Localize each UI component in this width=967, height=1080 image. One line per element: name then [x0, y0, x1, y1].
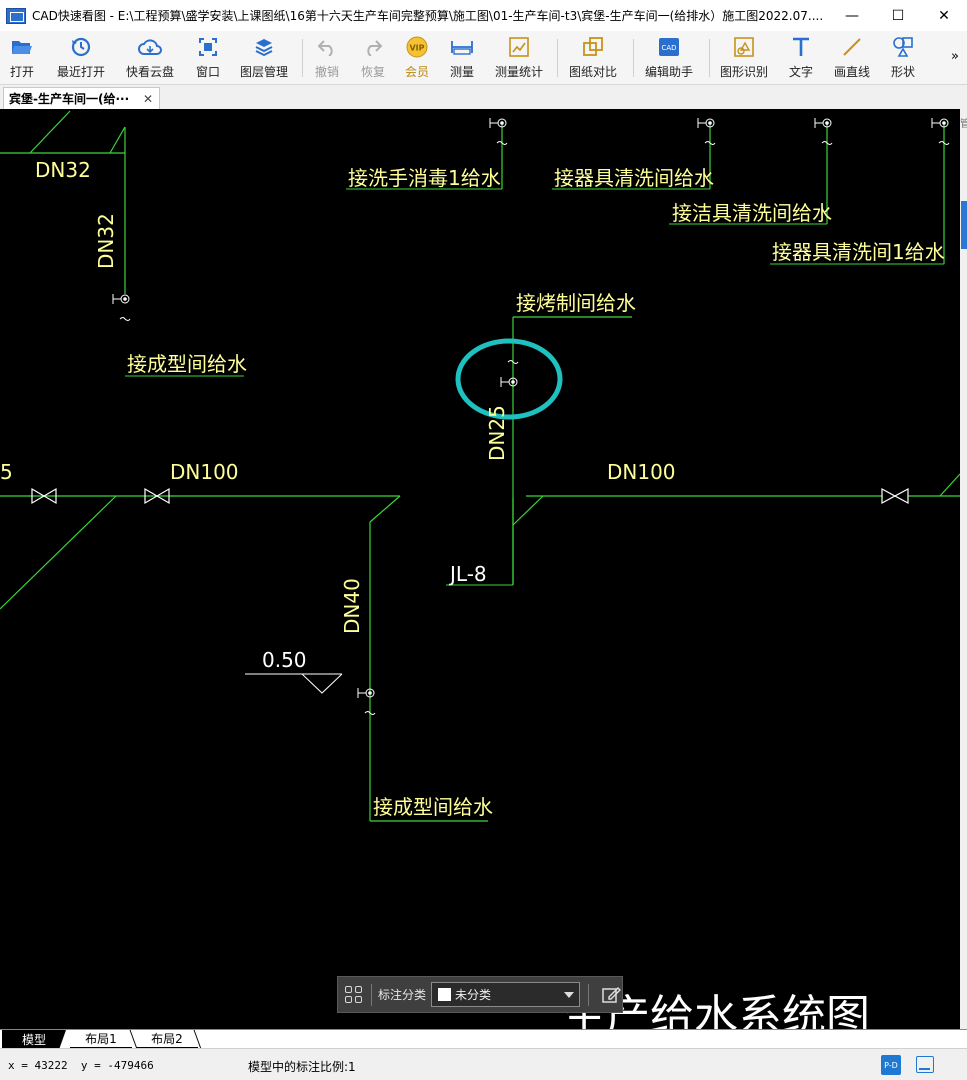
label-elevation: 0.50	[262, 648, 307, 672]
text-icon	[789, 35, 813, 59]
label-molding-room-left: 接成型间给水	[127, 352, 247, 376]
clock-history-icon	[69, 35, 93, 59]
window-title: CAD快速看图 - E:\工程预算\盛学安装\上课图纸\16第十六天生产车间完整…	[32, 9, 824, 23]
tab-layout2[interactable]: 布局2	[136, 1030, 198, 1048]
layer-manager-button[interactable]: 图层管理	[240, 35, 288, 81]
open-button[interactable]: 打开	[10, 35, 34, 81]
shape-recognize-icon	[732, 35, 756, 59]
redo-button[interactable]: 恢复	[361, 35, 385, 81]
maximize-button[interactable]: ☐	[875, 0, 921, 31]
text-button[interactable]: 文字	[789, 35, 813, 81]
folder-open-icon	[10, 35, 34, 59]
status-bar: x = 43222 y = -479466 模型中的标注比例:1 P-D	[0, 1048, 967, 1080]
measure-stats-button[interactable]: 测量统计	[495, 35, 543, 81]
cursor-coordinates: x = 43222 y = -479466	[8, 1059, 154, 1072]
compare-button[interactable]: 图纸对比	[569, 35, 617, 81]
ruler-icon	[450, 35, 474, 59]
tab-model[interactable]: 模型	[2, 1030, 66, 1048]
vip-button[interactable]: VIP 会员	[405, 35, 429, 81]
category-color-swatch	[438, 988, 452, 1001]
edit-icon[interactable]	[601, 985, 622, 1005]
compare-icon	[581, 35, 605, 59]
layout-tabs: 模型 布局1 布局2	[0, 1029, 967, 1049]
cloud-drive-button[interactable]: 快看云盘	[126, 35, 174, 81]
toolbar-more-button[interactable]: »	[951, 49, 959, 64]
label-dn25: DN25	[485, 405, 509, 461]
label-baking-room: 接烤制间给水	[516, 291, 636, 315]
label-dn32-vertical: DN32	[94, 213, 118, 269]
edit-assistant-icon: CAD	[657, 35, 681, 59]
close-button[interactable]: ✕	[921, 0, 967, 31]
divider	[588, 983, 590, 1006]
display-settings-icon[interactable]	[916, 1056, 934, 1073]
edit-assistant-button[interactable]: CAD 编辑助手	[645, 35, 693, 81]
snap-toggle-icon[interactable]: P-D	[881, 1055, 901, 1075]
measure-stats-icon	[507, 35, 531, 59]
document-tab[interactable]: 宾堡-生产车间一(给··· ✕	[3, 87, 160, 109]
label-dn40: DN40	[340, 578, 364, 634]
label-utensil-wash1: 接器具清洗间1给水	[772, 240, 945, 264]
cad-drawing: DN32 DN32 接洗手消毒1给水 接器具清洗间给水 接洁具清洗间给水 接器具…	[0, 110, 960, 1029]
shape-button[interactable]: 形状	[891, 35, 915, 81]
shape-recognize-button[interactable]: 图形识别	[720, 35, 768, 81]
title-bar: CAD快速看图 - E:\工程预算\盛学安装\上课图纸\16第十六天生产车间完整…	[0, 0, 967, 31]
elevation-marker-icon	[245, 673, 343, 694]
measure-button[interactable]: 测量	[450, 35, 474, 81]
close-tab-icon[interactable]: ✕	[143, 92, 153, 106]
label-cleaning-tool: 接洁具清洗间给水	[672, 201, 832, 225]
label-utensil-wash: 接器具清洗间给水	[554, 166, 714, 190]
window-button[interactable]: 窗口	[196, 35, 220, 81]
chevron-down-icon	[564, 992, 575, 998]
label-dn100-right: DN100	[607, 460, 676, 484]
right-side-strip: 管	[960, 109, 967, 1029]
app-logo-icon	[6, 7, 26, 24]
document-tab-strip: 宾堡-生产车间一(给··· ✕	[0, 85, 967, 109]
draw-line-button[interactable]: 画直线	[834, 35, 870, 81]
toolbar-divider	[302, 39, 303, 77]
side-panel-handle[interactable]	[961, 201, 967, 249]
drawing-labels: DN32 DN32 接洗手消毒1给水 接器具清洗间给水 接洁具清洗间给水 接器具…	[0, 158, 945, 1029]
recent-open-button[interactable]: 最近打开	[57, 35, 105, 81]
main-toolbar: 打开 最近打开 快看云盘 窗口 图层管理 撤销 恢复 VIP 会员 测量 测量统…	[0, 31, 967, 85]
label-dn100-left: DN100	[170, 460, 239, 484]
line-icon	[840, 35, 864, 59]
shape-icon	[891, 35, 915, 59]
toolbar-divider	[709, 39, 710, 77]
annotation-category-select[interactable]: 未分类	[431, 982, 581, 1007]
tab-layout1[interactable]: 布局1	[70, 1030, 132, 1048]
vip-badge-icon: VIP	[405, 35, 429, 59]
grid-apps-icon[interactable]	[345, 985, 363, 1004]
redo-icon	[361, 35, 385, 59]
label-jl8: JL-8	[448, 562, 487, 586]
annotation-category-bar: 标注分类 未分类	[337, 976, 623, 1013]
cloud-icon	[138, 35, 162, 59]
label-dn32-top: DN32	[35, 158, 91, 182]
toolbar-divider	[633, 39, 634, 77]
drawing-canvas[interactable]: DN32 DN32 接洗手消毒1给水 接器具清洗间给水 接洁具清洗间给水 接器具…	[0, 109, 960, 1029]
layers-icon	[252, 35, 276, 59]
minimize-button[interactable]: —	[829, 0, 875, 31]
annotation-category-label: 标注分类	[378, 988, 427, 1002]
undo-button[interactable]: 撤销	[315, 35, 339, 81]
undo-icon	[315, 35, 339, 59]
annotation-scale: 模型中的标注比例:1	[248, 1060, 356, 1074]
label-molding-room-bottom: 接成型间给水	[373, 795, 493, 819]
highlight-circle	[455, 338, 563, 420]
label-dn-partial: 5	[0, 460, 13, 484]
divider	[371, 983, 372, 1006]
cad-viewer-window: CAD快速看图 - E:\工程预算\盛学安装\上课图纸\16第十六天生产车间完整…	[0, 0, 967, 1080]
window-icon	[196, 35, 220, 59]
svg-text:CAD: CAD	[661, 44, 676, 52]
toolbar-divider	[557, 39, 558, 77]
label-wash-disinfect: 接洗手消毒1给水	[348, 166, 501, 190]
svg-text:VIP: VIP	[409, 44, 424, 53]
